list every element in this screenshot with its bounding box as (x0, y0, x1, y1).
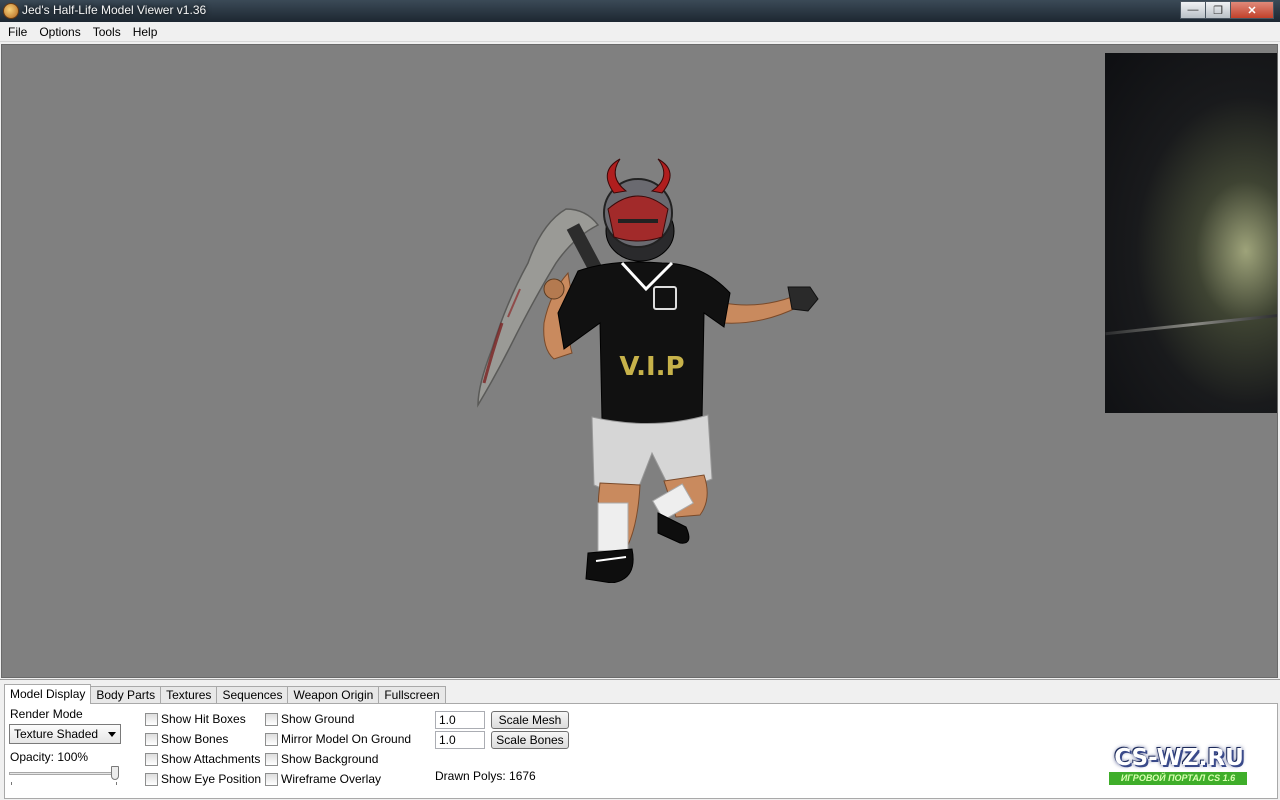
shirt-text: V.I.P (619, 352, 684, 382)
scale-bones-input[interactable]: 1.0 (435, 731, 485, 749)
show-attachments-checkbox[interactable]: Show Attachments (145, 752, 260, 766)
opacity-label: Opacity: 100% (10, 750, 89, 764)
checkbox-label: Show Hit Boxes (161, 712, 246, 726)
scale-mesh-button[interactable]: Scale Mesh (491, 711, 569, 729)
checkbox-label: Show Bones (161, 732, 229, 746)
watermark-sub: ИГРОВОЙ ПОРТАЛ CS 1.6 (1109, 772, 1247, 785)
control-panel: Model Display Body Parts Textures Sequen… (0, 679, 1280, 800)
slider-thumb[interactable] (111, 766, 119, 780)
checkbox-box[interactable] (145, 772, 158, 786)
checkbox-box[interactable] (145, 712, 158, 726)
checkbox-label: Show Attachments (161, 752, 261, 766)
checkbox-label: Show Background (281, 752, 379, 766)
maximize-button[interactable]: ❐ (1205, 1, 1231, 19)
render-mode-label: Render Mode (10, 707, 83, 721)
checkbox-box[interactable] (145, 732, 158, 746)
window-controls: — ❐ ✕ (1180, 1, 1274, 19)
checkbox-box[interactable] (265, 752, 278, 766)
show-eye-position-checkbox[interactable]: Show Eye Position (145, 772, 261, 786)
window-title: Jed's Half-Life Model Viewer v1.36 (22, 3, 207, 17)
checkbox-label: Show Ground (281, 712, 355, 726)
menu-help[interactable]: Help (127, 22, 164, 42)
mirror-model-checkbox[interactable]: Mirror Model On Ground (265, 732, 411, 746)
wireframe-overlay-checkbox[interactable]: Wireframe Overlay (265, 772, 381, 786)
tab-fullscreen[interactable]: Fullscreen (378, 686, 446, 704)
show-ground-checkbox[interactable]: Show Ground (265, 712, 354, 726)
checkbox-label: Show Eye Position (161, 772, 262, 786)
title-bar: Jed's Half-Life Model Viewer v1.36 — ❐ ✕ (0, 0, 1280, 22)
scale-mesh-input[interactable]: 1.0 (435, 711, 485, 729)
checkbox-box[interactable] (265, 732, 278, 746)
menu-bar: File Options Tools Help (0, 22, 1280, 42)
dropdown-arrow-icon (108, 732, 116, 737)
checkbox-box[interactable] (265, 712, 278, 726)
render-mode-value: Texture Shaded (14, 727, 99, 741)
scale-bones-button[interactable]: Scale Bones (491, 731, 569, 749)
player-model: V.I.P (477, 158, 819, 583)
background-image (1105, 53, 1277, 413)
show-bones-checkbox[interactable]: Show Bones (145, 732, 228, 746)
watermark-main: CS-WZ.RU (1114, 745, 1244, 771)
tab-body-parts[interactable]: Body Parts (90, 686, 162, 704)
drawn-polys-readout: Drawn Polys: 1676 (435, 769, 536, 783)
watermark-logo: CS-WZ.RU ИГРОВОЙ ПОРТАЛ CS 1.6 (1101, 745, 1257, 789)
checkbox-box[interactable] (265, 772, 278, 786)
menu-options[interactable]: Options (33, 22, 86, 42)
tab-weapon-origin[interactable]: Weapon Origin (287, 686, 380, 704)
model-display-page: Render Mode Texture Shaded Opacity: 100%… (4, 703, 1278, 799)
checkbox-label: Mirror Model On Ground (281, 732, 412, 746)
model-viewport[interactable]: V.I.P (1, 44, 1278, 678)
tab-strip: Model Display Body Parts Textures Sequen… (4, 684, 446, 704)
opacity-slider[interactable] (9, 766, 119, 786)
checkbox-label: Wireframe Overlay (281, 772, 382, 786)
tab-sequences[interactable]: Sequences (216, 686, 289, 704)
menu-tools[interactable]: Tools (87, 22, 127, 42)
show-background-checkbox[interactable]: Show Background (265, 752, 378, 766)
tab-model-display[interactable]: Model Display (4, 684, 92, 704)
checkbox-box[interactable] (145, 752, 158, 766)
slider-ticks (11, 782, 117, 785)
show-hit-boxes-checkbox[interactable]: Show Hit Boxes (145, 712, 246, 726)
minimize-button[interactable]: — (1180, 1, 1206, 19)
app-icon[interactable] (3, 3, 19, 19)
slider-track (9, 772, 117, 775)
menu-file[interactable]: File (2, 22, 33, 42)
render-mode-select[interactable]: Texture Shaded (9, 724, 121, 744)
tab-textures[interactable]: Textures (160, 686, 218, 704)
close-button[interactable]: ✕ (1230, 1, 1274, 19)
